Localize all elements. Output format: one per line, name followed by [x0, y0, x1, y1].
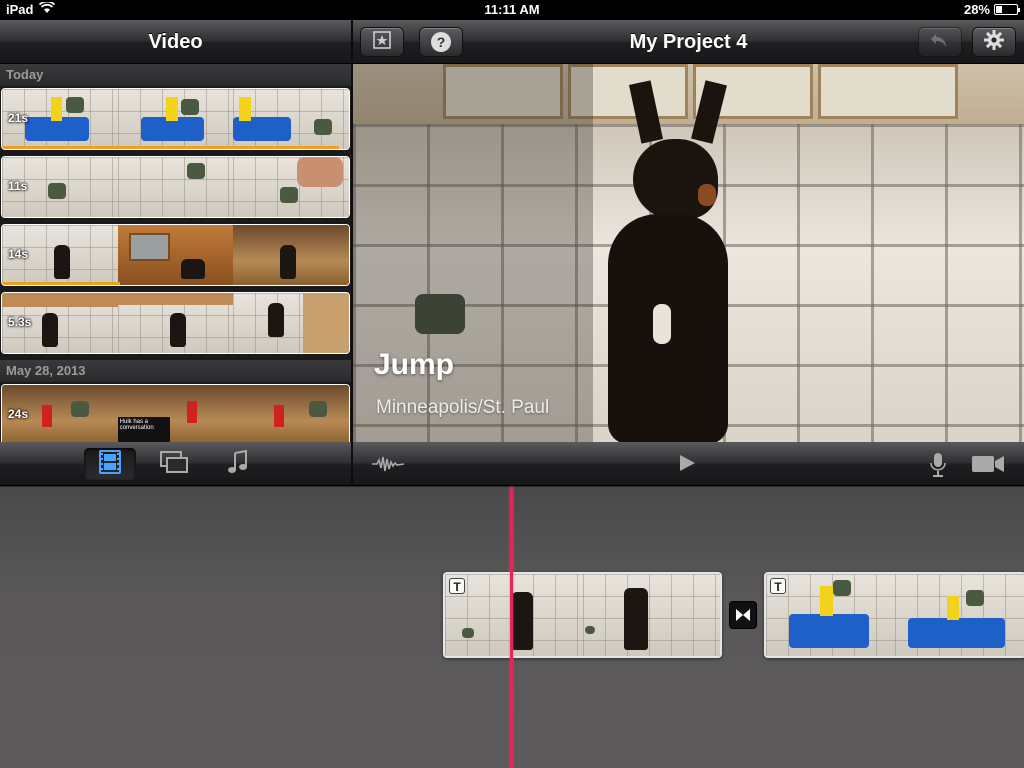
timeline-clip[interactable]: T: [443, 572, 722, 658]
clip-frame: [445, 574, 583, 656]
scene-toy: [415, 294, 465, 334]
settings-button[interactable]: [972, 27, 1016, 57]
microphone-icon: [930, 453, 946, 477]
clip-thumbnail: [233, 293, 349, 353]
browser-toolbar: [0, 442, 351, 486]
transition-button[interactable]: [729, 601, 757, 629]
clip-thumbnail: [233, 385, 349, 442]
clip-item[interactable]: 14s: [1, 224, 350, 286]
clip-thumbnail: [117, 225, 234, 285]
scene-dog-head: [633, 139, 718, 219]
clip-thumbnail: [233, 225, 349, 285]
video-camera-icon: [972, 456, 1004, 472]
project-header: ? My Project 4: [353, 20, 1024, 64]
viewer-toolbar: [353, 442, 1024, 486]
tab-audio[interactable]: [212, 448, 264, 480]
video-viewer[interactable]: Jump Minneapolis/St. Paul: [353, 64, 1024, 442]
photos-icon: [159, 450, 189, 479]
play-button[interactable]: [677, 453, 697, 478]
clip-item[interactable]: 5.3s: [1, 292, 350, 354]
clip-frame: [895, 574, 1024, 656]
scene-shadow: [353, 64, 593, 442]
clip-thumbnail: Hulk has a conversation: [117, 385, 234, 442]
film-strip-icon: [99, 449, 121, 479]
scene-cabinet: [818, 64, 958, 119]
clip-thumbnail: [117, 89, 234, 149]
transition-icon: [736, 609, 750, 621]
clip-thumbnail: [233, 157, 349, 217]
clip-duration: 21s: [8, 111, 29, 125]
status-bar: iPad 11:11 AM 28%: [0, 0, 1024, 20]
audio-waveform-button[interactable]: [371, 454, 405, 479]
scene-dog-chest: [653, 304, 671, 344]
clip-item[interactable]: 11s: [1, 156, 350, 218]
section-header-today: Today: [0, 64, 351, 86]
clip-duration: 14s: [8, 247, 29, 261]
undo-icon: [929, 31, 951, 54]
music-note-icon: [227, 449, 249, 480]
title-badge[interactable]: T: [449, 578, 465, 594]
voiceover-button[interactable]: [930, 452, 946, 483]
waveform-icon: [372, 456, 405, 472]
used-range-marker: [2, 146, 339, 149]
clip-duration: 24s: [8, 407, 29, 421]
clock: 11:11 AM: [484, 2, 540, 17]
clip-item[interactable]: Hulk has a conversation 24s: [1, 384, 350, 442]
camera-button[interactable]: [971, 454, 1005, 479]
battery-icon: [994, 4, 1020, 15]
clip-item[interactable]: 21s: [1, 88, 350, 150]
tab-video[interactable]: [84, 448, 136, 480]
tab-photos[interactable]: [148, 448, 200, 480]
clip-thumbnail: [117, 157, 234, 217]
undo-button[interactable]: [918, 27, 962, 57]
used-range-marker: [2, 282, 120, 285]
battery-percent: 28%: [963, 2, 990, 17]
timeline-clip[interactable]: T: [764, 572, 1024, 658]
clip-thumbnail: [117, 293, 234, 353]
subtitle-overlay: Minneapolis/St. Paul: [376, 397, 550, 418]
scene-dog-muzzle: [698, 184, 716, 206]
title-badge[interactable]: T: [770, 578, 786, 594]
timeline[interactable]: T T: [0, 486, 1024, 768]
clip-duration: 5.3s: [8, 315, 32, 329]
title-overlay: Jump: [374, 348, 455, 381]
section-header-date: May 28, 2013: [0, 360, 351, 382]
gear-icon: [983, 29, 1005, 56]
browser-header: Video: [0, 20, 351, 64]
media-browser[interactable]: Today 21s 11s 14s 5.3s May 28, 2013 Hulk…: [0, 64, 351, 442]
clip-frame: [582, 574, 720, 656]
play-icon: [680, 455, 695, 471]
playhead[interactable]: [510, 487, 513, 768]
browser-title: Video: [148, 31, 203, 53]
clip-caption: Hulk has a conversation: [117, 417, 170, 442]
clip-thumbnail: [233, 89, 349, 149]
clip-duration: 11s: [8, 179, 28, 193]
